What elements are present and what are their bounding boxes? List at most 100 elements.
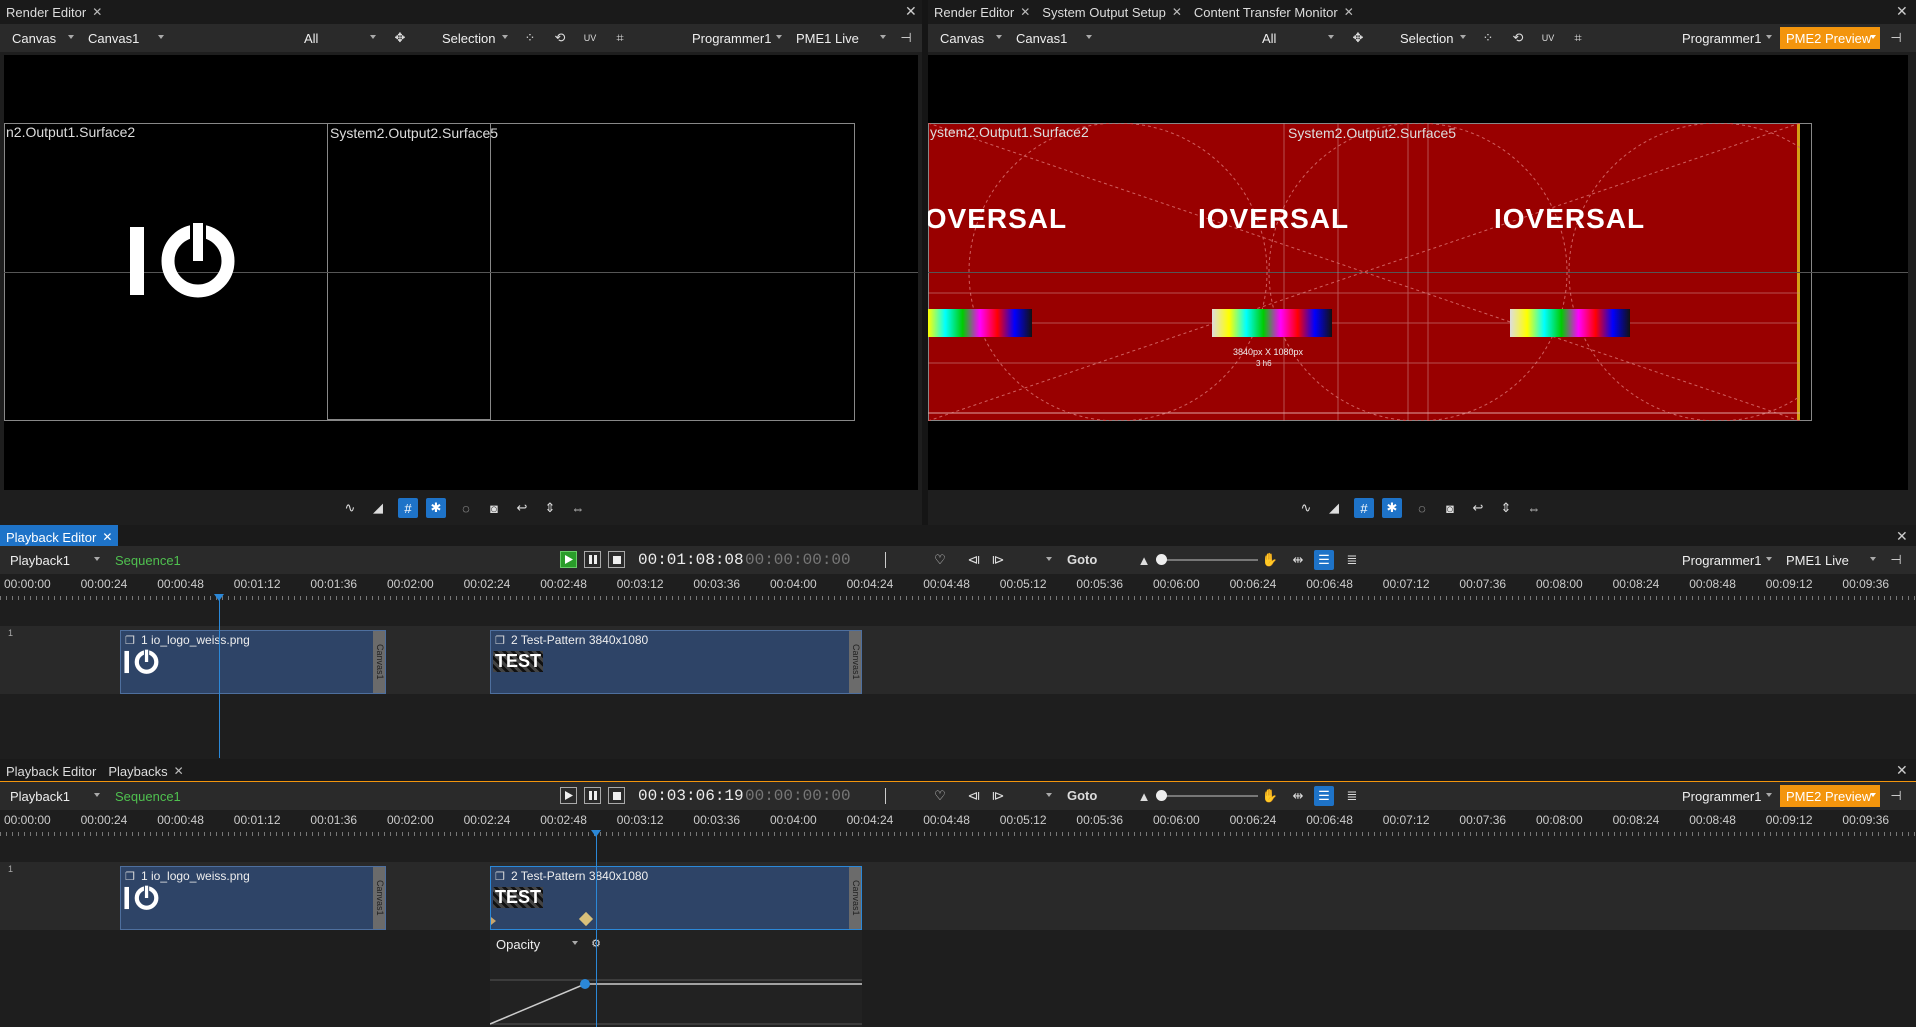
current-timecode[interactable]: 00:01:08:08 xyxy=(638,551,744,569)
prev-cue-icon[interactable]: ⧏ xyxy=(964,550,984,570)
close-icon[interactable]: ✕ xyxy=(174,764,184,778)
secondary-timecode[interactable]: 00:00:00:00 xyxy=(745,551,851,569)
pb2-track[interactable]: 1 ❐ 1 io_logo_weiss.png Canvas1 ❐ 2 Test… xyxy=(0,862,1916,930)
ramp-icon[interactable]: ◢ xyxy=(1324,498,1344,518)
pause-button[interactable] xyxy=(584,787,601,804)
snapshot-icon[interactable]: ◙ xyxy=(484,498,504,518)
zoom-slider-handle[interactable] xyxy=(1156,790,1167,801)
pme-mode-dropdown[interactable]: PME2 Preview xyxy=(1780,27,1880,49)
play-button[interactable] xyxy=(560,787,577,804)
close-icon[interactable]: ✕ xyxy=(905,3,917,20)
tool-dropdown[interactable]: Selection xyxy=(1394,27,1470,49)
zoom-icon[interactable]: ▲ xyxy=(1134,786,1154,806)
waveform-icon[interactable]: ∿ xyxy=(340,498,360,518)
waveform-icon[interactable]: ∿ xyxy=(1296,498,1316,518)
programmer-dropdown[interactable]: Programmer1 xyxy=(686,27,786,49)
ramp-icon[interactable]: ◢ xyxy=(368,498,388,518)
zoom-slider[interactable] xyxy=(1160,795,1258,797)
canvas-dropdown[interactable]: Canvas1 xyxy=(1010,27,1096,49)
goto-button[interactable]: Goto xyxy=(1067,788,1097,803)
warp-icon[interactable]: ⟲ xyxy=(1508,28,1528,48)
view-mode-dropdown[interactable]: Canvas xyxy=(6,27,78,49)
marker-icon[interactable]: ♡ xyxy=(930,786,950,806)
chevron-down-icon[interactable] xyxy=(1046,557,1052,561)
pme-mode-dropdown[interactable]: PME1 Live xyxy=(1780,549,1880,571)
points-icon[interactable]: ⁘ xyxy=(520,28,540,48)
close-icon[interactable]: ✕ xyxy=(102,530,112,544)
tab-content-transfer-monitor[interactable]: Content Transfer Monitor ✕ xyxy=(1188,0,1360,24)
playhead-handle[interactable] xyxy=(591,830,601,837)
chevron-down-icon[interactable] xyxy=(1046,793,1052,797)
programmer-dropdown[interactable]: Programmer1 xyxy=(1676,785,1776,807)
canvas-dropdown[interactable]: Canvas1 xyxy=(82,27,168,49)
stop-button[interactable] xyxy=(608,787,625,804)
keyframe-marker[interactable] xyxy=(578,911,594,927)
list-icon[interactable]: ≣ xyxy=(1342,550,1362,570)
playback-dropdown[interactable]: Playback1 xyxy=(4,549,104,571)
next-cue-icon[interactable]: ⧐ xyxy=(988,786,1008,806)
play-button[interactable] xyxy=(560,551,577,568)
playhead[interactable] xyxy=(219,594,220,758)
move-icon[interactable]: ✥ xyxy=(390,28,410,48)
warp-icon[interactable]: ⟲ xyxy=(550,28,570,48)
clip-test-pattern[interactable]: ❐ 2 Test-Pattern 3840x1080 TEST Canvas1 xyxy=(490,866,862,930)
fit-height-icon[interactable]: ⇕ xyxy=(1496,498,1516,518)
grid-icon[interactable]: # xyxy=(398,498,418,518)
stop-button[interactable] xyxy=(608,551,625,568)
opacity-curve[interactable] xyxy=(490,950,862,1027)
undo-icon[interactable]: ↩ xyxy=(1468,498,1488,518)
mask-icon[interactable]: ◌ xyxy=(456,498,476,518)
next-cue-icon[interactable]: ⧐ xyxy=(988,550,1008,570)
goto-button[interactable]: Goto xyxy=(1067,552,1097,567)
fit-icon[interactable]: ⇹ xyxy=(1288,786,1308,806)
tab-system-output-setup[interactable]: System Output Setup ✕ xyxy=(1036,0,1188,24)
sequence-label[interactable]: Sequence1 xyxy=(115,553,181,568)
fit-width-icon[interactable]: ⇔ xyxy=(1524,498,1544,518)
close-icon[interactable]: ✕ xyxy=(92,5,102,19)
tool-dropdown[interactable]: Selection xyxy=(436,27,512,49)
hand-icon[interactable]: ✋ xyxy=(1260,550,1280,570)
points-icon[interactable]: ⁘ xyxy=(1478,28,1498,48)
zoom-slider-handle[interactable] xyxy=(1156,554,1167,565)
pin-icon[interactable]: ⊣ xyxy=(1886,786,1906,806)
programmer-dropdown[interactable]: Programmer1 xyxy=(1676,27,1776,49)
secondary-timecode[interactable]: 00:00:00:00 xyxy=(745,787,851,805)
view-mode-dropdown[interactable]: Canvas xyxy=(934,27,1006,49)
close-icon[interactable]: ✕ xyxy=(1172,5,1182,19)
clip-test-pattern[interactable]: ❐ 2 Test-Pattern 3840x1080 TEST Canvas1 xyxy=(490,630,862,694)
tab-render-editor-right[interactable]: Render Editor ✕ xyxy=(928,0,1036,24)
layers-icon[interactable]: ☰ xyxy=(1314,550,1334,570)
left-render-viewport[interactable]: n2.Output1.Surface2 System2.Output2.Surf… xyxy=(4,55,918,490)
layers-icon[interactable]: ☰ xyxy=(1314,786,1334,806)
snapshot-icon[interactable]: ◙ xyxy=(1440,498,1460,518)
fit-height-icon[interactable]: ⇕ xyxy=(540,498,560,518)
uv-icon[interactable]: UV xyxy=(580,28,600,48)
pin-icon[interactable]: ⊣ xyxy=(896,28,916,48)
current-timecode[interactable]: 00:03:06:19 xyxy=(638,787,744,805)
undo-icon[interactable]: ↩ xyxy=(512,498,532,518)
crop-icon[interactable]: ⌗ xyxy=(1568,28,1588,48)
prev-cue-icon[interactable]: ⧏ xyxy=(964,786,984,806)
filter-dropdown[interactable]: All xyxy=(298,27,380,49)
zoom-slider[interactable] xyxy=(1160,559,1258,561)
tab-playback-editor[interactable]: Playback Editor xyxy=(0,759,102,783)
playback-dropdown[interactable]: Playback1 xyxy=(4,785,104,807)
marker-icon[interactable]: ♡ xyxy=(930,550,950,570)
mask-icon[interactable]: ◌ xyxy=(1412,498,1432,518)
pme-mode-dropdown[interactable]: PME1 Live xyxy=(790,27,890,49)
playhead[interactable] xyxy=(596,830,597,1027)
close-icon[interactable]: ✕ xyxy=(1896,762,1908,779)
close-icon[interactable]: ✕ xyxy=(1344,5,1354,19)
list-icon[interactable]: ≣ xyxy=(1342,786,1362,806)
hand-icon[interactable]: ✋ xyxy=(1260,786,1280,806)
pin-icon[interactable]: ⊣ xyxy=(1886,550,1906,570)
fit-width-icon[interactable]: ⇔ xyxy=(568,498,588,518)
zoom-icon[interactable]: ▲ xyxy=(1134,550,1154,570)
pme-mode-dropdown[interactable]: PME2 Preview xyxy=(1780,785,1880,807)
clip-io-logo[interactable]: ❐ 1 io_logo_weiss.png Canvas1 xyxy=(120,630,386,694)
crop-icon[interactable]: ⌗ xyxy=(610,28,630,48)
clip-io-logo[interactable]: ❐ 1 io_logo_weiss.png Canvas1 xyxy=(120,866,386,930)
tab-playbacks[interactable]: Playbacks ✕ xyxy=(102,759,189,783)
close-icon[interactable]: ✕ xyxy=(1896,3,1908,20)
uv-icon[interactable]: UV xyxy=(1538,28,1558,48)
